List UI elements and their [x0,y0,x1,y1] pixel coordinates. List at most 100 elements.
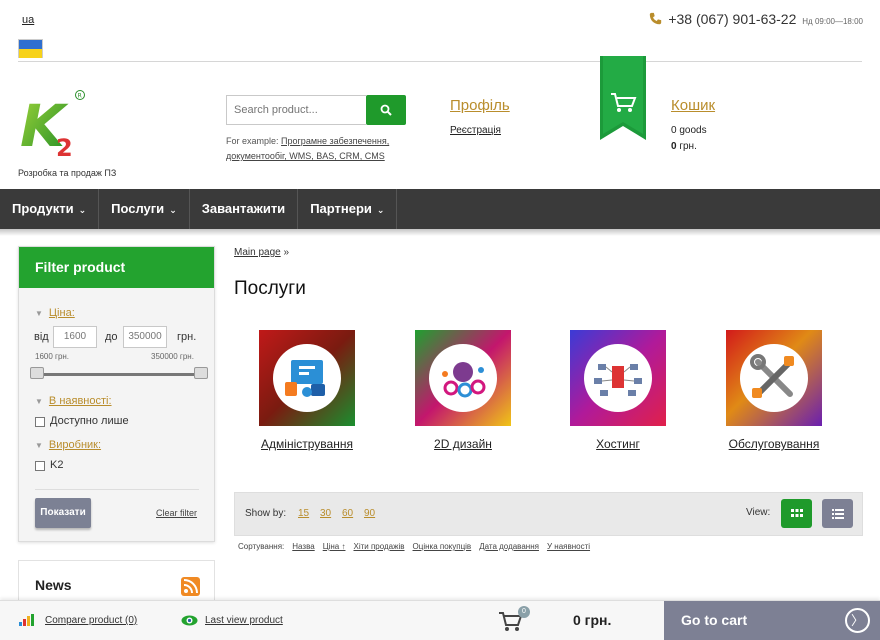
nav-item-partners[interactable]: Партнери ⌄ [298,189,398,229]
register-link[interactable]: Реєстрація [450,125,501,136]
breadcrumb: Main page » [234,247,289,258]
cart-count-badge: 0 [518,606,530,618]
arrow-right-icon: 〉 [845,608,870,633]
breadcrumb-home-link[interactable]: Main page [234,247,281,258]
logo-tagline: Розробка та продаж ПЗ [18,168,117,178]
phone-number[interactable]: +38 (067) 901-63-22 [668,11,796,27]
news-title: News [35,577,72,593]
nav-shadow [0,229,880,236]
sort-by-bestsellers[interactable]: Хіти продажів [353,542,404,551]
price-to-input[interactable]: 350000 [123,326,167,348]
cart-link[interactable]: Кошик [671,97,715,114]
category-image-2d-design[interactable] [415,330,511,426]
go-to-cart-button[interactable]: Go to cart 〉 [664,601,880,640]
rss-icon[interactable] [181,577,200,596]
filter-title: Filter product [19,247,214,288]
sort-by-price[interactable]: Ціна ↑ [323,542,346,551]
price-section-toggle[interactable]: ▼ Ціна: [35,307,75,319]
list-icon [831,508,844,519]
last-viewed-link[interactable]: Last view product [205,615,283,626]
page-title: Послуги [234,278,306,299]
clear-filter-link[interactable]: Clear filter [156,508,197,518]
header-divider [18,61,862,62]
cart-ribbon-icon[interactable] [600,56,646,140]
show-by-90[interactable]: 90 [364,508,375,519]
filter-panel: Filter product ▼ Ціна: від 1600 до 350000… [18,246,215,542]
compare-chart-icon [19,614,34,626]
svg-text:R: R [78,93,82,100]
category-image-hosting[interactable] [570,330,666,426]
search-input[interactable] [226,95,366,125]
category-image-maintenance[interactable] [726,330,822,426]
language-switch[interactable]: ua [22,14,34,26]
grid-view-button[interactable] [781,499,812,528]
cart-price-value: 0 [671,141,677,152]
price-slider-track[interactable] [35,373,207,376]
category-link-2d-design[interactable]: 2D дизайн [415,437,511,451]
maker-section-toggle[interactable]: ▼ Виробник: [35,439,101,451]
search-icon [380,104,392,116]
search-bar [226,95,406,125]
profile-link[interactable]: Профіль [450,97,510,114]
stock-checkbox[interactable] [35,417,45,427]
price-from-input[interactable]: 1600 [53,326,97,348]
main-nav: Продукти ⌄ Послуги ⌄ Завантажити Партнери ⌄ [0,189,880,229]
price-currency: грн. [177,331,197,343]
sort-by-date[interactable]: Дата додавання [479,542,539,551]
show-by-60[interactable]: 60 [342,508,353,519]
chevron-down-icon: ⌄ [169,205,177,215]
listing-toolbar: Show by: 15 30 60 90 View: [234,492,863,536]
triangle-down-icon: ▼ [35,309,43,318]
price-min-label: 1600 грн. [35,352,70,361]
maker-option-label: K2 [50,459,64,471]
stock-option-label: Доступно лише [50,415,129,427]
contact-phone: +38 (067) 901-63-22 Нд 09:00—18:00 [649,11,863,27]
triangle-down-icon: ▼ [35,441,43,450]
price-slider-min-handle[interactable] [30,367,44,379]
category-link-maintenance[interactable]: Обслуговування [726,437,822,451]
sort-by-name[interactable]: Назва [292,542,314,551]
logo-number: 2 [56,134,73,158]
breadcrumb-separator: » [283,247,290,258]
nav-item-products[interactable]: Продукти ⌄ [0,189,100,229]
ukraine-flag-icon[interactable] [18,39,43,58]
show-by-15[interactable]: 15 [298,508,309,519]
cart-total: 0 грн. [573,612,612,628]
working-hours: Нд 09:00—18:00 [802,17,863,26]
list-view-button[interactable] [822,499,853,528]
category-link-hosting[interactable]: Хостинг [570,437,666,451]
grid-icon [790,508,803,517]
compare-products-link[interactable]: Compare product (0) [45,615,137,626]
search-examples: For example: Програмне забезпечення, док… [226,134,426,164]
eye-icon [181,615,198,626]
apply-filter-button[interactable]: Показати [35,498,91,528]
chevron-down-icon: ⌄ [376,205,385,215]
triangle-down-icon: ▼ [35,397,43,406]
stock-section-toggle[interactable]: ▼ В наявності: [35,395,112,407]
category-image-administration[interactable] [259,330,355,426]
sort-bar: Сортування: Назва Ціна ↑ Хіти продажів Оцінк… [238,542,590,551]
bottom-bar: Compare product (0) Last view product 0 … [0,600,880,640]
maker-checkbox[interactable] [35,461,45,471]
k2-logo[interactable]: K 2 R [20,88,90,162]
search-button[interactable] [366,95,406,125]
view-label: View: [746,507,771,518]
filter-divider [35,489,199,490]
nav-item-download[interactable]: Завантажити [190,189,299,229]
go-to-cart-label: Go to cart [681,612,748,628]
category-link-administration[interactable]: Адміністрування [259,437,355,451]
cart-price: 0 грн. [671,141,697,152]
nav-item-services[interactable]: Послуги ⌄ [99,189,190,229]
show-by-label: Show by: [245,508,287,519]
example-prefix: For example: [226,136,279,146]
cart-price-currency: грн. [679,141,697,152]
price-to-label: до [105,331,118,343]
phone-icon [650,12,662,25]
price-slider-max-handle[interactable] [194,367,208,379]
chevron-down-icon: ⌄ [78,205,87,215]
sort-label: Сортування: [238,542,285,551]
price-max-label: 350000 грн. [151,352,194,361]
sort-by-stock[interactable]: У наявності [547,542,590,551]
show-by-30[interactable]: 30 [320,508,331,519]
sort-by-rating[interactable]: Оцінка покупців [413,542,472,551]
